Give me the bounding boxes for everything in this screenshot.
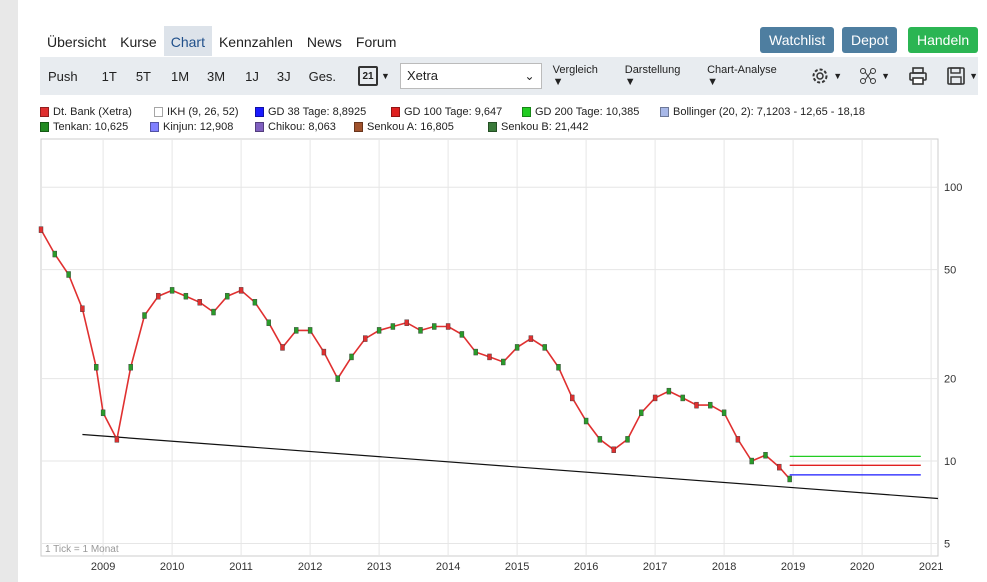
calendar-icon: 21 [358,66,378,86]
calendar-button[interactable]: 21 ▼ [358,66,390,86]
exchange-select-value: Xetra [407,68,438,83]
legend-swatch [488,122,497,132]
chart-toolbar: Push 1T 5T 1M 3M 1J 3J Ges. 21 ▼ Xetra ⌄… [40,57,978,95]
legend-label: Tenkan: 10,625 [53,121,128,133]
legend-label: GD 38 Tage: 8,8925 [268,106,366,118]
legend-item[interactable]: GD 38 Tage: 8,8925 [255,106,366,118]
tab-uebersicht[interactable]: Übersicht [40,26,113,56]
push-button[interactable]: Push [40,69,86,84]
legend-item[interactable]: GD 200 Tage: 10,385 [522,106,639,118]
legend-label: Senkou B: 21,442 [501,121,588,133]
legend-item[interactable]: Chikou: 8,063 [255,121,336,133]
tab-chart[interactable]: Chart [164,26,212,56]
settings-gear-button[interactable]: ▼ [810,66,842,86]
print-button[interactable] [908,66,928,86]
chevron-down-icon: ▼ [881,71,890,81]
chart-analyse-dropdown[interactable]: Chart-Analyse ▼ [700,64,796,88]
exchange-select[interactable]: Xetra ⌄ [400,63,542,89]
vergleich-dropdown[interactable]: Vergleich ▼ [546,64,618,88]
legend-label: GD 200 Tage: 10,385 [535,106,639,118]
range-1j-button[interactable]: 1J [237,69,267,84]
range-3j-button[interactable]: 3J [269,69,299,84]
printer-icon [908,66,928,86]
chevron-down-icon: ▼ [833,71,842,81]
legend-item[interactable]: Dt. Bank (Xetra) [40,106,132,118]
legend-label: IKH (9, 26, 52) [167,106,239,118]
legend-swatch [40,107,49,117]
legend-item[interactable]: IKH (9, 26, 52) [154,106,239,118]
legend-swatch [40,122,49,132]
range-5t-button[interactable]: 5T [128,69,159,84]
gear-icon [810,66,830,86]
legend-item[interactable]: Bollinger (20, 2): 7,1203 - 12,65 - 18,1… [660,106,865,118]
legend-label: Dt. Bank (Xetra) [53,106,132,118]
network-icon [858,66,878,86]
tab-kurse[interactable]: Kurse [113,26,164,56]
legend-swatch [150,122,159,132]
legend-swatch [354,122,363,132]
legend-item[interactable]: Senkou A: 16,805 [354,121,454,133]
legend-label: Kinjun: 12,908 [163,121,233,133]
chevron-down-icon: ⌄ [525,64,535,88]
depot-button[interactable]: Depot [842,27,897,53]
tab-bar: Übersicht Kurse Chart Kennzahlen News Fo… [40,26,403,56]
legend-swatch [255,122,264,132]
range-ges-button[interactable]: Ges. [301,69,344,84]
legend-swatch [255,107,264,117]
tab-news[interactable]: News [300,26,349,56]
legend-swatch [660,107,669,117]
legend-label: GD 100 Tage: 9,647 [404,106,502,118]
watchlist-button[interactable]: Watchlist [760,27,834,53]
save-button[interactable]: ▼ [946,66,978,86]
range-3m-button[interactable]: 3M [199,69,233,84]
chevron-down-icon: ▼ [969,71,978,81]
legend-item[interactable]: Kinjun: 12,908 [150,121,233,133]
range-1m-button[interactable]: 1M [163,69,197,84]
handeln-button[interactable]: Handeln [908,27,978,53]
legend-label: Bollinger (20, 2): 7,1203 - 12,65 - 18,1… [673,106,865,118]
tab-kennzahlen[interactable]: Kennzahlen [212,26,300,56]
legend-swatch [522,107,531,117]
range-1t-button[interactable]: 1T [94,69,125,84]
legend-label: Senkou A: 16,805 [367,121,454,133]
legend-swatch [154,107,163,117]
share-network-button[interactable]: ▼ [858,66,890,86]
darstellung-dropdown[interactable]: Darstellung ▼ [618,64,700,88]
legend-item[interactable]: Tenkan: 10,625 [40,121,128,133]
floppy-disk-icon [946,66,966,86]
legend-item[interactable]: GD 100 Tage: 9,647 [391,106,502,118]
legend-item[interactable]: Senkou B: 21,442 [488,121,588,133]
legend-label: Chikou: 8,063 [268,121,336,133]
chevron-down-icon: ▼ [381,71,390,81]
tab-forum[interactable]: Forum [349,26,403,56]
legend-swatch [391,107,400,117]
